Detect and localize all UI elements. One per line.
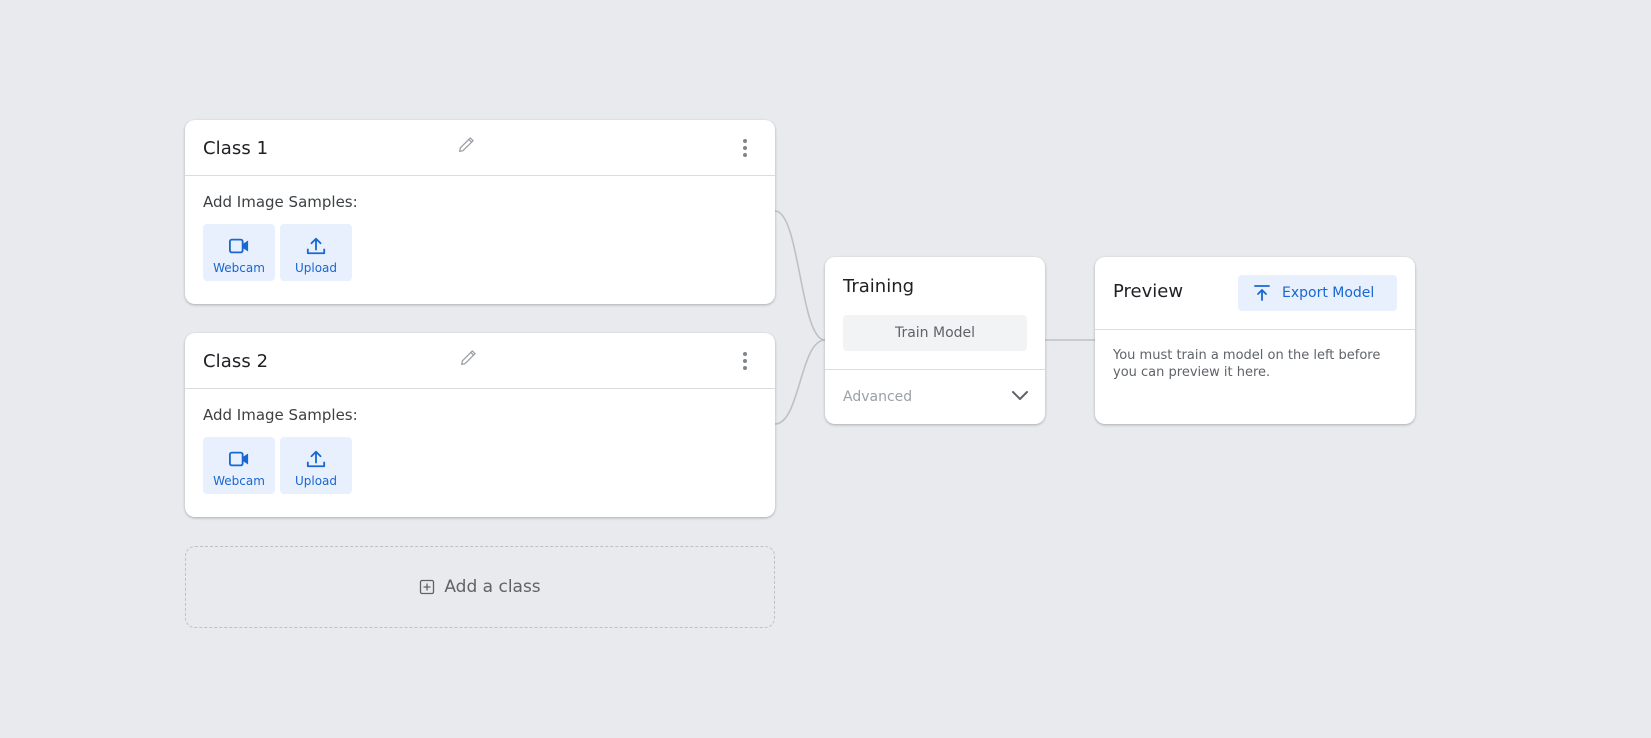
more-vert-icon[interactable] — [735, 349, 755, 373]
webcam-button[interactable]: Webcam — [203, 224, 275, 281]
upload-label: Upload — [294, 261, 338, 275]
connector-class2-training — [774, 339, 826, 425]
export-model-button[interactable]: Export Model — [1238, 275, 1397, 311]
advanced-toggle[interactable]: Advanced — [825, 370, 1045, 424]
class-title[interactable]: Class 1 — [203, 138, 268, 159]
pencil-icon[interactable] — [458, 346, 480, 368]
add-box-icon — [420, 579, 435, 595]
add-class-button[interactable]: Add a class — [185, 546, 775, 628]
chevron-down-icon — [1012, 391, 1028, 400]
preview-title: Preview — [1113, 281, 1184, 302]
webcam-button[interactable]: Webcam — [203, 437, 275, 494]
class-card-1: Class 1 Add Image Samples: Webcam Upload — [185, 120, 775, 304]
pencil-icon[interactable] — [456, 133, 478, 155]
publish-icon — [1254, 285, 1270, 301]
upload-label: Upload — [294, 474, 338, 488]
webcam-label: Webcam — [213, 261, 265, 275]
upload-icon — [306, 237, 326, 255]
train-model-button[interactable]: Train Model — [843, 315, 1027, 351]
videocam-icon — [229, 451, 249, 467]
upload-button[interactable]: Upload — [280, 437, 352, 494]
class-card-2: Class 2 Add Image Samples: Webcam Upload — [185, 333, 775, 517]
class-card-header: Class 2 — [185, 333, 775, 389]
training-card: Training Train Model Advanced — [825, 257, 1045, 424]
add-samples-label: Add Image Samples: — [203, 193, 358, 211]
preview-message: You must train a model on the left befor… — [1113, 348, 1381, 380]
train-model-label: Train Model — [894, 325, 976, 341]
connector-class1-training — [774, 210, 826, 341]
webcam-label: Webcam — [213, 474, 265, 488]
advanced-label: Advanced — [843, 389, 913, 405]
training-title: Training — [843, 276, 915, 297]
add-class-label: Add a class — [444, 577, 541, 597]
export-model-label: Export Model — [1282, 285, 1375, 301]
class-card-header: Class 1 — [185, 120, 775, 176]
preview-card: Preview Export Model You must train a mo… — [1095, 257, 1415, 424]
divider — [1095, 329, 1415, 330]
upload-icon — [306, 450, 326, 468]
more-vert-icon[interactable] — [735, 136, 755, 160]
class-title[interactable]: Class 2 — [203, 351, 268, 372]
add-samples-label: Add Image Samples: — [203, 406, 358, 424]
videocam-icon — [229, 238, 249, 254]
upload-button[interactable]: Upload — [280, 224, 352, 281]
